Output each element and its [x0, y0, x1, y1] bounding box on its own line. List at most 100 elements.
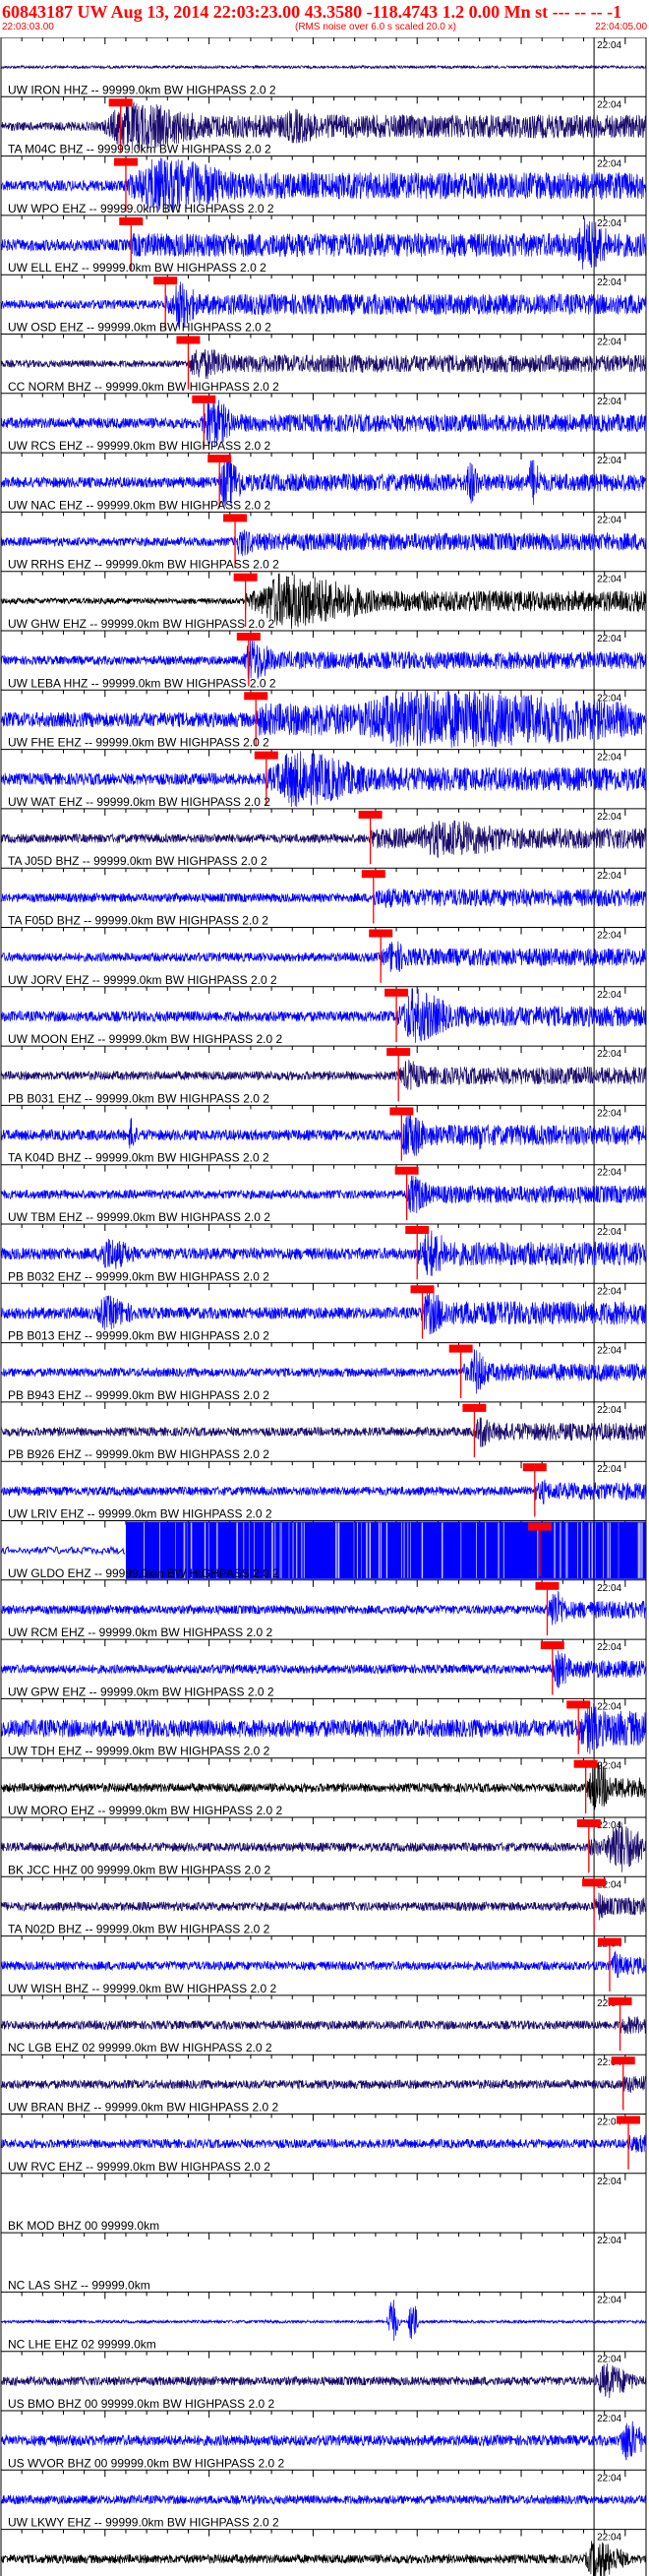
- waveform: [0, 1545, 126, 1557]
- trace-panel: 22:04 UW TBM EHZ -- 99999.0km BW HIGHPASS…: [0, 1164, 647, 1224]
- waveform: [0, 2421, 647, 2461]
- trace-panel: 22:04UW RVC EHZ -- 99999.0km BW HIGHPASS…: [0, 2114, 647, 2174]
- waveform: [0, 2300, 647, 2342]
- noise-scaling-note: (RMS noise over 6.0 s scaled 20.0 x): [295, 22, 456, 32]
- station-label: TA K04D BHZ -- 99999.0km BW HIGHPASS 2.0…: [8, 1151, 269, 1165]
- station-label: TA N02D BHZ -- 99999.0km BW HIGHPASS 2.0…: [8, 1923, 270, 1936]
- waveform: [0, 1417, 647, 1448]
- station-label: UW NAC EHZ -- 99999.0km BW HIGHPASS 2.0 …: [8, 498, 271, 512]
- station-label: UW LKWY EHZ -- 99999.0km BW HIGHPASS 2.0…: [8, 2516, 279, 2530]
- minute-tick-label: 22:04: [597, 1286, 621, 1297]
- minute-tick-label: 22:04: [597, 1464, 621, 1475]
- minute-tick-label: 22:04: [597, 1346, 621, 1357]
- station-label: BK MOD BHZ 00 99999.0km: [8, 2219, 159, 2233]
- waveform: [0, 1950, 647, 1979]
- minute-tick-label: 22:04: [597, 218, 621, 229]
- minute-tick-label: 22:04: [597, 2533, 621, 2544]
- pick-marker: [386, 1048, 411, 1057]
- station-label: TA F05D BHZ -- 99999.0km BW HIGHPASS 2.0…: [8, 914, 268, 928]
- minute-tick-label: 22:04: [597, 1227, 621, 1238]
- trace-panel: 22:04 TA F05D BHZ -- 99999.0km BW HIGHPAS…: [0, 867, 647, 928]
- minute-tick-label: 22:04: [597, 1701, 621, 1712]
- pick-marker: [176, 336, 201, 344]
- minute-tick-label: 22:04: [597, 277, 621, 288]
- pick-marker: [535, 1581, 560, 1590]
- station-label: UW LEBA HHZ -- 99999.0km BW HIGHPASS 2.0…: [8, 676, 276, 690]
- waveform: [0, 639, 647, 680]
- minute-tick-label: 22:04: [597, 515, 621, 525]
- trace-panel: 22:04 UW WAT EHZ -- 99999.0km BW HIGHPASS…: [0, 749, 647, 809]
- trace-panel: 22:04UW WISH BHZ -- 99999.0km BW HIGHPAS…: [0, 1935, 647, 1995]
- pick-marker: [233, 573, 258, 582]
- minute-tick-label: 22:04: [597, 871, 621, 882]
- station-label: UW ELL EHZ -- 99999.0km BW HIGHPASS 2.0 …: [8, 261, 266, 275]
- waveform: [0, 348, 647, 380]
- pick-marker: [244, 692, 268, 701]
- minute-tick-label: 22:04: [597, 159, 621, 170]
- minute-tick-label: 22:04: [597, 1583, 621, 1594]
- pick-marker: [462, 1403, 487, 1412]
- station-label: TA J05D BHZ -- 99999.0km BW HIGHPASS 2.0…: [8, 854, 267, 868]
- minute-tick-label: 22:04: [597, 753, 621, 764]
- minute-tick-label: 22:04: [597, 812, 621, 823]
- waveform: [0, 1479, 647, 1504]
- minute-tick-label: 22:04: [597, 1405, 621, 1416]
- station-label: UW GHW EHZ -- 99999.0km BW HIGHPASS 2.0 …: [8, 617, 274, 631]
- trace-panel: 22:04 UW RCM EHZ -- 99999.0km BW HIGHPASS…: [0, 1579, 647, 1640]
- minute-tick-label: 22:04: [597, 2295, 621, 2305]
- minute-tick-label: 22:04: [597, 1761, 621, 1772]
- waveform: [0, 820, 647, 858]
- trace-panel: 22:04 PB B926 EHZ -- 99999.0km BW HIGHPAS…: [0, 1401, 647, 1462]
- trace-panel: 22:04 UW WPO EHZ -- 99999.0km BW HIGHPASS…: [0, 155, 647, 215]
- minute-tick-label: 22:04: [597, 1108, 621, 1119]
- station-label: UW RRHS EHZ -- 99999.0km BW HIGHPASS 2.0…: [8, 558, 279, 572]
- minute-tick-label: 22:04: [597, 2355, 621, 2365]
- station-label: PB B013 EHZ -- 99999.0km BW HIGHPASS 2.0…: [8, 1329, 269, 1343]
- trace-panel: 22:04 UW LEBA HHZ -- 99999.0km BW HIGHPAS…: [0, 630, 647, 691]
- trace-panel: 22:04UW FHE EHZ -- 99999.0km BW HIGHPASS…: [0, 689, 647, 750]
- station-label: UW JORV EHZ -- 99999.0km BW HIGHPASS 2.0…: [8, 973, 277, 987]
- minute-tick-label: 22:04: [597, 2236, 621, 2246]
- trace-panel: 22:04 PB B943 EHZ -- 99999.0km BW HIGHPAS…: [0, 1342, 647, 1402]
- station-label: UW TDH EHZ -- 99999.0km BW HIGHPASS 2.0 …: [8, 1745, 270, 1758]
- pick-marker: [153, 276, 178, 285]
- station-label: UW IRON HHZ -- 99999.0km BW HIGHPASS 2.0…: [8, 83, 276, 96]
- trace-panel: 22:04 UW ELL EHZ -- 99999.0km BW HIGHPASS…: [0, 215, 647, 275]
- minute-tick-label: 22:04: [597, 1049, 621, 1060]
- station-label: UW GPW EHZ -- 99999.0km BW HIGHPASS 2.0 …: [8, 1685, 274, 1698]
- minute-tick-label: 22:04: [597, 634, 621, 644]
- pick-marker: [223, 514, 248, 522]
- start-time: 22:03:03.00: [2, 22, 54, 32]
- pick-marker: [358, 810, 383, 819]
- minute-tick-label: 22:04: [597, 99, 621, 110]
- trace-panel: 22:04 TA K04D BHZ -- 99999.0km BW HIGHPAS…: [0, 1104, 647, 1165]
- pick-marker: [192, 395, 216, 403]
- pick-marker: [566, 1700, 591, 1709]
- pick-marker: [361, 870, 385, 879]
- minute-tick-label: 22:04: [597, 575, 621, 585]
- pick-marker: [608, 1996, 632, 2005]
- trace-panel: 22:04 NC LAS SHZ -- 99999.0km: [1, 2232, 646, 2293]
- waveform: [0, 2362, 647, 2399]
- minute-tick-label: 22:04: [597, 1642, 621, 1653]
- trace-panel: 22:04 NC LHE EHZ 02 99999.0km: [0, 2291, 647, 2352]
- pick-marker: [540, 1641, 564, 1650]
- trace-panel: 22:04UW GLDO EHZ -- 99999.0km BW HIGHPAS…: [0, 1520, 646, 1580]
- station-label: PB B031 EHZ -- 99999.0km BW HIGHPASS 2.0…: [8, 1091, 269, 1105]
- waveform: [0, 1175, 647, 1214]
- trace-panel: 22:04NC LGB EHZ 02 99999.0km BW HIGHPASS…: [0, 1994, 647, 2055]
- waveform: [0, 888, 647, 908]
- minute-tick-label: 22:04: [597, 2473, 621, 2484]
- station-label: UW FHE EHZ -- 99999.0km BW HIGHPASS 2.0 …: [8, 736, 269, 750]
- station-label: PB B032 EHZ -- 99999.0km BW HIGHPASS 2.0…: [8, 1269, 269, 1283]
- waveform: [0, 2134, 647, 2153]
- minute-tick-label: 22:04: [597, 990, 621, 1001]
- station-label: UW TBM EHZ -- 99999.0km BW HIGHPASS 2.0 …: [8, 1210, 270, 1224]
- station-label: NC LHE EHZ 02 99999.0km: [8, 2338, 156, 2352]
- station-label: UW MORO EHZ -- 99999.0km BW HIGHPASS 2.0…: [8, 1804, 282, 1817]
- waveform: [0, 2541, 647, 2576]
- plot-header: 60843187 UW Aug 13, 2014 22:03:23.00 43.…: [0, 0, 649, 37]
- waveform: [0, 2016, 647, 2035]
- seismogram-plot: 22:04 UW IRON HHZ -- 99999.0km BW HIGHPAS…: [0, 37, 647, 2576]
- trace-panel: 22:04 TA J05D BHZ -- 99999.0km BW HIGHPAS…: [0, 808, 647, 869]
